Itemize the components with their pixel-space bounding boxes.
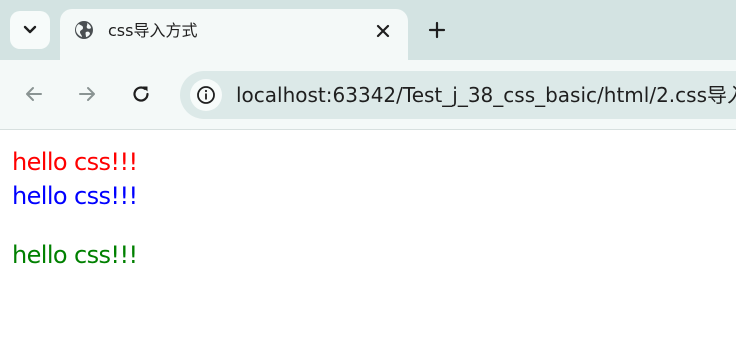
url-text[interactable]: localhost:63342/Test_j_38_css_basic/html… [236,81,736,109]
hello-text-red: hello css!!! [12,148,138,176]
forward-button[interactable] [73,80,101,108]
tab-close-button[interactable] [372,20,394,42]
arrow-right-icon [79,87,95,101]
tab-title: css导入方式 [108,21,198,40]
new-tab-button[interactable] [424,17,450,43]
url-path: :63342/Test_j_38_css_basic/html/2.css导入 [325,83,736,107]
reload-button[interactable] [127,80,155,108]
globe-icon [75,21,93,39]
reload-icon [133,86,149,102]
close-icon [376,24,390,38]
back-button[interactable] [20,80,48,108]
url-host: localhost [236,83,326,107]
hello-text-green: hello css!!! [12,241,138,269]
address-bar[interactable]: localhost:63342/Test_j_38_css_basic/html… [180,71,736,119]
page-content: hello css!!! hello css!!! hello css!!! [0,131,736,362]
plus-icon [428,21,446,39]
site-info-button[interactable] [190,79,222,111]
info-icon [197,86,215,104]
arrow-left-icon [26,87,42,101]
tab-search-button[interactable] [10,11,50,49]
hello-text-blue: hello css!!! [12,182,138,210]
chevron-down-icon [23,25,37,34]
browser-toolbar: localhost:63342/Test_j_38_css_basic/html… [0,60,736,130]
tab-strip: css导入方式 [0,0,736,60]
active-tab[interactable]: css导入方式 [60,9,408,60]
